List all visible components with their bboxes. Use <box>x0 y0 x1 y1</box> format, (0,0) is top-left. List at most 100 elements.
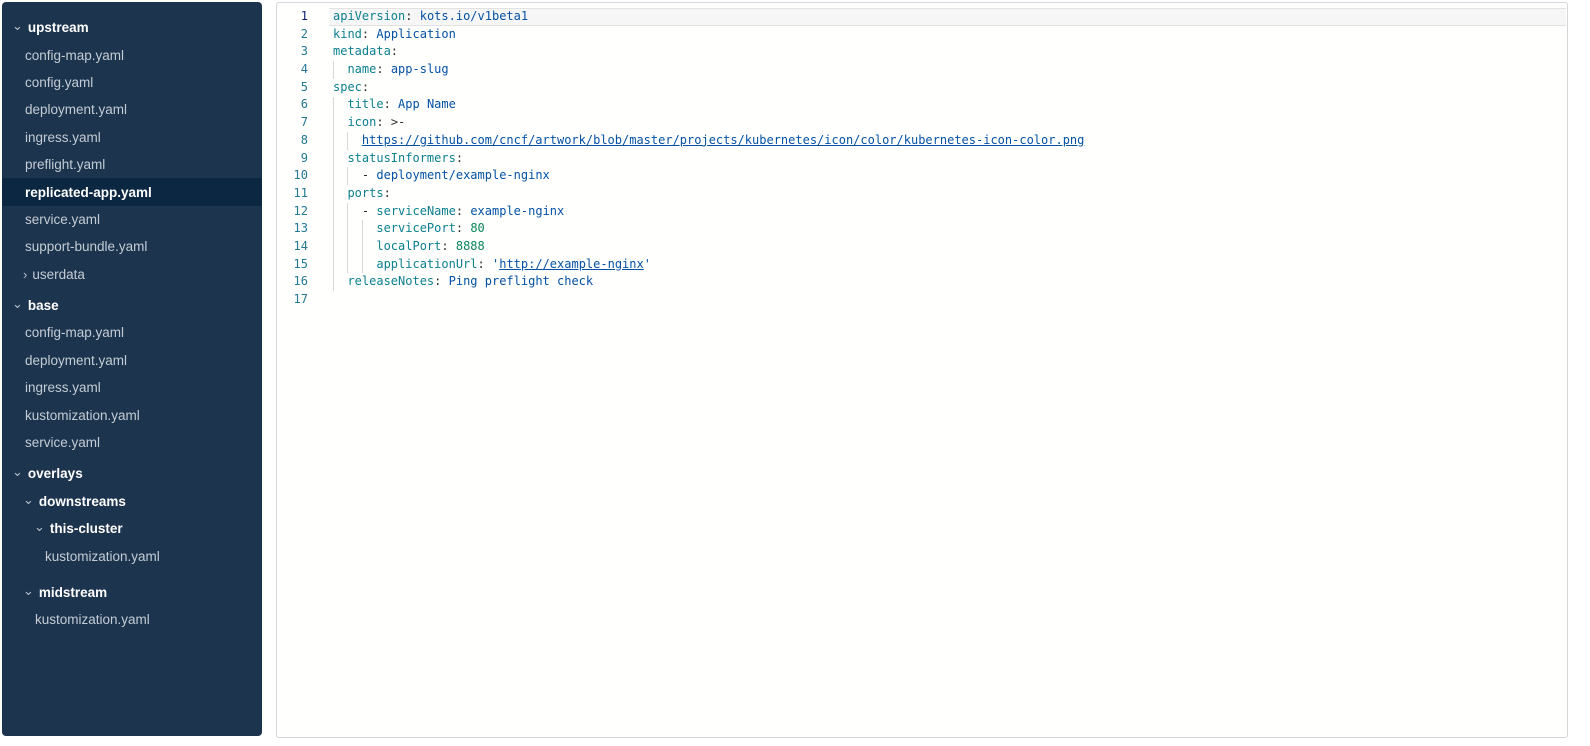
token <box>333 168 362 182</box>
token <box>441 274 448 288</box>
token: 80 <box>470 221 484 235</box>
code-line-17[interactable] <box>330 291 1567 309</box>
line-number[interactable]: 13 <box>277 220 308 238</box>
token: localPort <box>376 239 441 253</box>
code-line-3[interactable]: metadata: <box>330 43 1567 61</box>
line-number[interactable]: 10 <box>277 167 308 185</box>
token: ports <box>347 186 383 200</box>
token: apiVersion <box>333 9 405 23</box>
code-line-14[interactable]: localPort: 8888 <box>330 238 1567 256</box>
chevron-down-icon: ⌄ <box>23 493 34 506</box>
code-line-9[interactable]: statusInformers: <box>330 150 1567 168</box>
token: title <box>347 97 383 111</box>
token: serviceName <box>376 204 455 218</box>
folder-label: userdata <box>32 267 85 282</box>
line-number[interactable]: 14 <box>277 238 308 256</box>
token: servicePort <box>376 221 455 235</box>
tree-item-deployment-yaml[interactable]: deployment.yaml <box>2 96 262 123</box>
url-link[interactable]: https://github.com/cncf/artwork/blob/mas… <box>362 133 1084 147</box>
line-number[interactable]: 4 <box>277 61 308 79</box>
folder-label: overlays <box>28 466 83 481</box>
line-number[interactable]: 11 <box>277 185 308 203</box>
tree-item-overlays[interactable]: ⌄ overlays <box>2 460 262 487</box>
folder-label: this-cluster <box>50 521 123 536</box>
token: Application <box>376 27 455 41</box>
token: app-slug <box>391 62 449 76</box>
line-number[interactable]: 3 <box>277 43 308 61</box>
tree-item-ingress-yaml[interactable]: ingress.yaml <box>2 124 262 151</box>
file-label: config.yaml <box>25 75 93 90</box>
code-line-2[interactable]: kind: Application <box>330 26 1567 44</box>
tree-item-kustomization-yaml[interactable]: kustomization.yaml <box>2 542 262 569</box>
token <box>333 221 376 235</box>
token <box>485 257 492 271</box>
code-line-16[interactable]: releaseNotes: Ping preflight check <box>330 273 1567 291</box>
chevron-down-icon: ⌄ <box>23 584 34 597</box>
code-line-12[interactable]: - serviceName: example-nginx <box>330 203 1567 221</box>
token: : <box>456 151 463 165</box>
tree-item-replicated-app-yaml[interactable]: replicated-app.yaml <box>2 178 262 205</box>
token: : <box>384 97 391 111</box>
line-number[interactable]: 1 <box>277 8 308 26</box>
tree-item-service-yaml[interactable]: service.yaml <box>2 429 262 456</box>
code-line-11[interactable]: ports: <box>330 185 1567 203</box>
file-label: config-map.yaml <box>25 48 124 63</box>
tree-item-preflight-yaml[interactable]: preflight.yaml <box>2 151 262 178</box>
tree-item-userdata[interactable]: › userdata <box>2 261 262 288</box>
code-line-7[interactable]: icon: >- <box>330 114 1567 132</box>
tree-item-service-yaml[interactable]: service.yaml <box>2 206 262 233</box>
tree-item-base[interactable]: ⌄base <box>2 292 262 319</box>
line-number[interactable]: 16 <box>277 273 308 291</box>
yaml-editor-panel[interactable]: 1234567891011121314151617 apiVersion: ko… <box>276 2 1568 738</box>
chevron-right-icon: › <box>23 268 27 281</box>
tree-item-config-yaml[interactable]: config.yaml <box>2 69 262 96</box>
chevron-down-icon: ⌄ <box>12 465 23 478</box>
line-number-gutter[interactable]: 1234567891011121314151617 <box>277 8 308 309</box>
file-label: ingress.yaml <box>25 130 101 145</box>
folder-label: upstream <box>28 20 89 35</box>
code-line-4[interactable]: name: app-slug <box>330 61 1567 79</box>
url-link[interactable]: http://example-nginx <box>499 257 644 271</box>
code-content[interactable]: apiVersion: kots.io/v1beta1kind: Applica… <box>330 8 1567 309</box>
tree-item-downstreams[interactable]: ⌄downstreams <box>2 488 262 515</box>
line-number[interactable]: 8 <box>277 132 308 150</box>
line-number[interactable]: 5 <box>277 79 308 97</box>
token: : <box>376 62 383 76</box>
line-number[interactable]: 15 <box>277 256 308 274</box>
token: >- <box>391 115 405 129</box>
token: : <box>391 44 398 58</box>
file-tree-sidebar: ⌄upstreamconfig-map.yamlconfig.yamldeplo… <box>2 2 262 736</box>
code-line-8[interactable]: https://github.com/cncf/artwork/blob/mas… <box>330 132 1567 150</box>
file-label: deployment.yaml <box>25 102 127 117</box>
tree-item-ingress-yaml[interactable]: ingress.yaml <box>2 374 262 401</box>
line-number[interactable]: 12 <box>277 203 308 221</box>
tree-item-kustomization-yaml[interactable]: kustomization.yaml <box>2 606 262 633</box>
code-line-10[interactable]: - deployment/example-nginx <box>330 167 1567 185</box>
tree-item-upstream[interactable]: ⌄upstream <box>2 14 262 41</box>
line-number[interactable]: 6 <box>277 96 308 114</box>
line-number[interactable]: 17 <box>277 291 308 309</box>
tree-item-support-bundle-yaml[interactable]: support-bundle.yaml <box>2 233 262 260</box>
file-label: service.yaml <box>25 212 100 227</box>
tree-item-this-cluster[interactable]: ⌄this-cluster <box>2 515 262 542</box>
tree-item-config-map-yaml[interactable]: config-map.yaml <box>2 319 262 346</box>
tree-item-midstream[interactable]: ⌄midstream <box>2 579 262 606</box>
code-line-6[interactable]: title: App Name <box>330 96 1567 114</box>
chevron-down-icon: ⌄ <box>12 297 23 310</box>
line-number[interactable]: 9 <box>277 150 308 168</box>
token <box>333 151 347 165</box>
tree-item-kustomization-yaml[interactable]: kustomization.yaml <box>2 401 262 428</box>
line-number[interactable]: 2 <box>277 26 308 44</box>
tree-item-deployment-yaml[interactable]: deployment.yaml <box>2 347 262 374</box>
file-label: preflight.yaml <box>25 157 105 172</box>
code-line-5[interactable]: spec: <box>330 79 1567 97</box>
token: icon <box>347 115 376 129</box>
code-line-15[interactable]: applicationUrl: 'http://example-nginx' <box>330 256 1567 274</box>
token <box>333 274 347 288</box>
token <box>449 239 456 253</box>
line-number[interactable]: 7 <box>277 114 308 132</box>
code-line-1[interactable]: apiVersion: kots.io/v1beta1 <box>330 8 1567 26</box>
token: ' <box>644 257 651 271</box>
code-line-13[interactable]: servicePort: 80 <box>330 220 1567 238</box>
tree-item-config-map-yaml[interactable]: config-map.yaml <box>2 41 262 68</box>
